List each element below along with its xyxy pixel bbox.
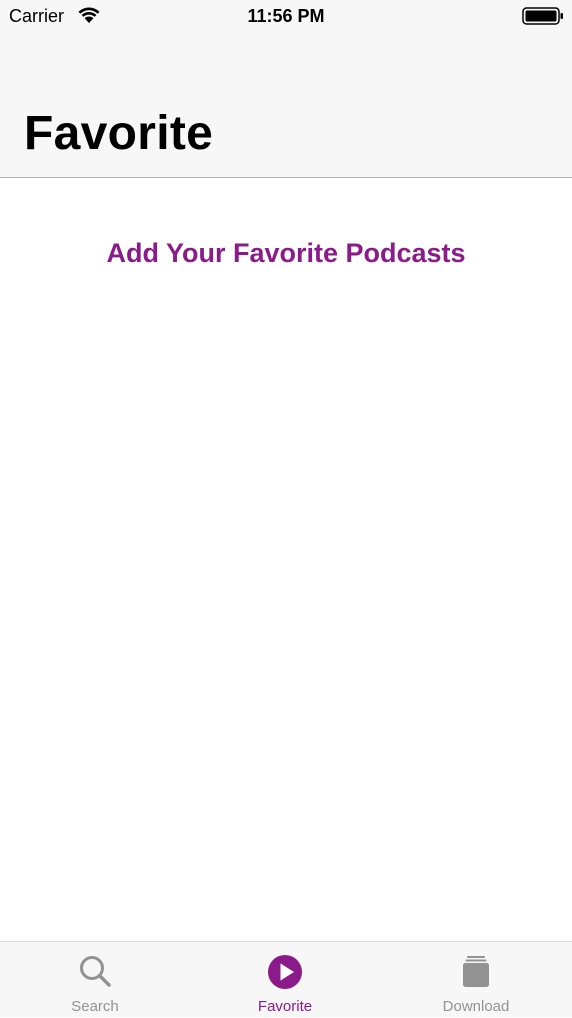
- tab-label-search: Search: [71, 998, 119, 1015]
- status-time: 11:56 PM: [247, 6, 325, 26]
- page-title: Favorite: [24, 107, 214, 160]
- tab-search[interactable]: Search: [0, 942, 190, 1018]
- navigation-header: Carrier 11:56 PM Favorite: [0, 0, 572, 178]
- favorites-list: Add Your Favorite Podcasts: [0, 178, 572, 941]
- tab-bar: Search Favorite Download: [0, 941, 572, 1017]
- play-circle-icon: [268, 955, 302, 989]
- tab-label-download: Download: [442, 998, 510, 1015]
- empty-state-message: Add Your Favorite Podcasts: [106, 238, 466, 268]
- status-bar: Carrier 11:56 PM: [0, 0, 572, 32]
- stack-icon: [463, 956, 489, 987]
- tab-favorite[interactable]: Favorite: [190, 942, 380, 1018]
- battery-icon: [522, 7, 563, 25]
- tab-download[interactable]: Download: [381, 942, 571, 1018]
- tab-label-favorite: Favorite: [257, 998, 313, 1015]
- search-icon: [80, 956, 111, 987]
